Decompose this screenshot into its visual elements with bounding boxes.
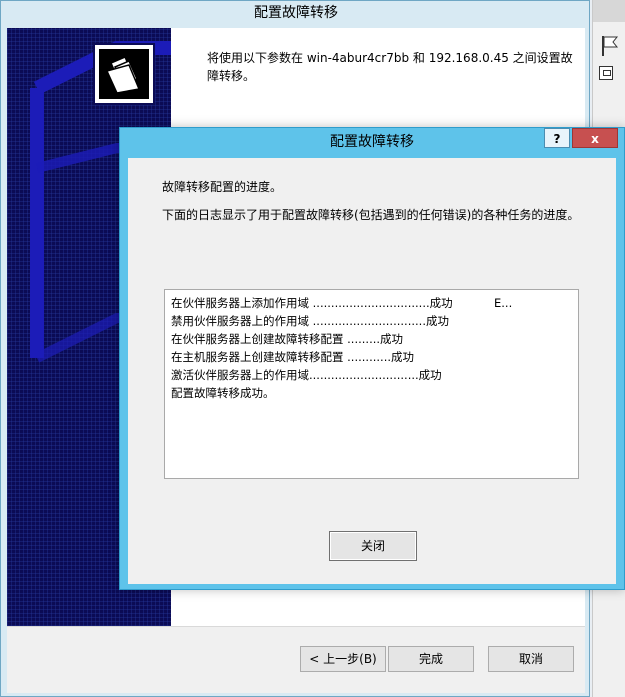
log-description: 下面的日志显示了用于配置故障转移(包括遇到的任何错误)的各种任务的进度。 [162,208,580,222]
log-item: 在伙伴服务器上创建故障转移配置 .........成功 [171,332,404,346]
back-button[interactable]: < 上一步(B) [300,646,386,672]
close-window-button[interactable]: x [572,128,618,148]
log-list[interactable]: 在伙伴服务器上添加作用域 ...........................… [164,289,579,479]
progress-label: 故障转移配置的进度。 [162,180,283,194]
window-icon[interactable] [599,66,613,80]
log-item: 配置故障转移成功。 [171,386,275,400]
wizard-description: 将使用以下参数在 win-4abur4cr7bb 和 192.168.0.45 … [207,51,573,83]
finish-button[interactable]: 完成 [388,646,474,672]
close-button[interactable]: 关闭 [329,531,417,561]
wizard-title: 配置故障转移 [254,5,338,21]
log-item: 在主机服务器上创建故障转移配置 ............成功 [171,350,415,364]
folders-icon [93,43,155,105]
failover-progress-dialog: 配置故障转移 ? x 故障转移配置的进度。 下面的日志显示了用于配置故障转移(包… [119,127,625,590]
dialog-body: 故障转移配置的进度。 下面的日志显示了用于配置故障转移(包括遇到的任何错误)的各… [128,158,616,584]
flag-icon [602,36,619,56]
log-item: 禁用伙伴服务器上的作用域 ...........................… [171,314,449,328]
help-button[interactable]: ? [544,128,570,148]
cancel-button[interactable]: 取消 [488,646,574,672]
background-window-titlebar [593,0,625,22]
log-extra-text: E... [494,296,513,310]
log-item: 激活伙伴服务器上的作用域............................… [171,368,442,382]
